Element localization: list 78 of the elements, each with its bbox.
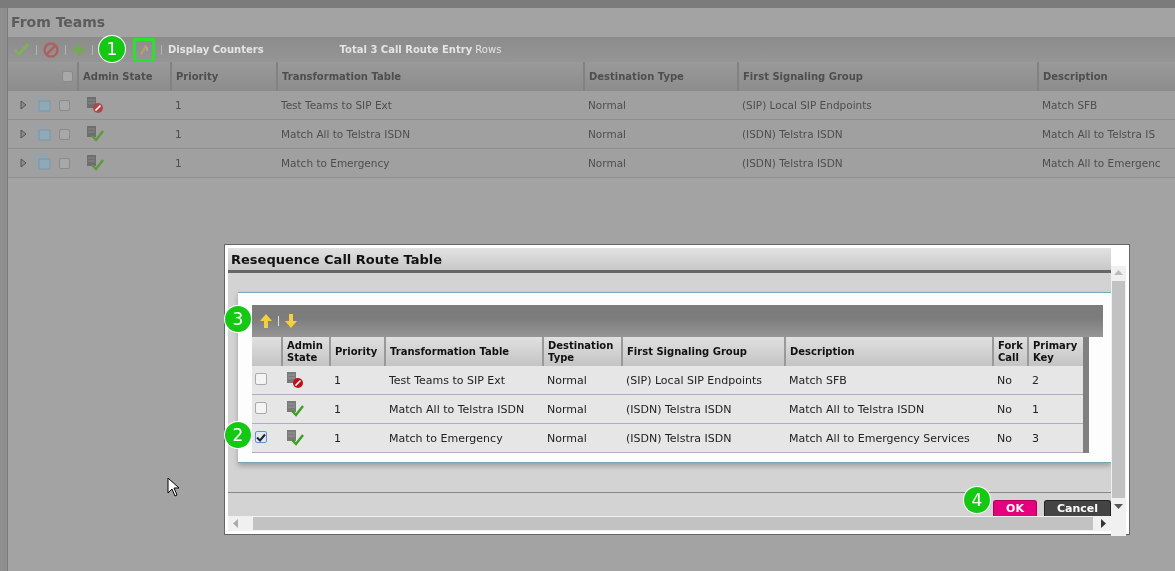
expand-icon[interactable] (20, 158, 27, 168)
expand-icon[interactable] (20, 100, 27, 110)
scroll-right-icon[interactable] (1101, 519, 1106, 528)
scroll-down-icon[interactable] (1114, 504, 1123, 509)
column-header[interactable]: Description (785, 337, 993, 366)
column-header[interactable]: Admin State (282, 337, 330, 366)
table-cell: Normal (584, 119, 738, 149)
copy-icon[interactable] (35, 98, 51, 112)
table-cell: Match All to Telstra ISDN (277, 119, 584, 149)
column-header[interactable]: Fork Call (993, 337, 1028, 366)
column-header[interactable]: Transformation Table (385, 337, 543, 366)
table-cell: (ISDN) Telstra ISDN (738, 148, 1038, 178)
check-icon[interactable] (14, 42, 30, 57)
table-cell: Match SFB (1038, 91, 1175, 120)
table-cell: Normal (543, 366, 622, 395)
scroll-up-icon[interactable] (1114, 270, 1123, 275)
table-cell: 1 (171, 148, 277, 178)
table-cell: (SIP) Local SIP Endpoints (622, 366, 785, 395)
table-cell: Normal (584, 148, 738, 178)
table-cell: Match All to Telstra ISDN (785, 394, 993, 424)
arrow-up-icon[interactable] (260, 314, 272, 328)
table-cell: Match All to Telstra ISDN (385, 394, 543, 424)
copy-icon[interactable] (35, 156, 51, 170)
copy-icon[interactable] (35, 127, 51, 141)
vertical-scrollbar[interactable] (1111, 266, 1126, 536)
checkbox[interactable] (59, 128, 70, 140)
table-cell: Match All to Telstra IS (1038, 119, 1175, 149)
pencil-icon (139, 42, 149, 57)
column-header[interactable]: Primary Key (1028, 337, 1086, 366)
mouse-pointer-icon (167, 477, 179, 497)
step-marker: 3 (225, 306, 251, 332)
table-cell: 3 (1028, 423, 1086, 453)
table-cell: Match to Emergency (385, 423, 543, 453)
table-cell: Match All to Emergency Services (785, 423, 993, 453)
table-cell: 1 (171, 91, 277, 120)
checkbox[interactable] (62, 71, 73, 82)
expand-icon[interactable] (20, 129, 27, 139)
table-cell: (ISDN) Telstra ISDN (738, 119, 1038, 149)
table-cell: No (993, 423, 1028, 453)
table-cell: Match to Emergency (277, 148, 584, 178)
table-cell: Match SFB (785, 366, 993, 395)
table-cell: Test Teams to SIP Ext (277, 91, 584, 120)
column-header[interactable]: First Signaling Group (622, 337, 785, 366)
checkbox[interactable] (255, 431, 267, 444)
block-icon[interactable] (43, 41, 59, 58)
table-cell: (ISDN) Telstra ISDN (622, 423, 785, 453)
column-header[interactable]: Destination Type (543, 337, 622, 366)
arrow-down-icon[interactable] (285, 314, 297, 328)
row-total: Total 3 Call Route Entry Rows (339, 44, 502, 55)
table-cell: 1 (330, 366, 385, 395)
table-cell: 1 (171, 119, 277, 149)
table-cell: 1 (1028, 394, 1086, 424)
checkbox[interactable] (255, 372, 267, 385)
cancel-button[interactable]: Cancel (1043, 500, 1111, 516)
plus-icon[interactable] (72, 42, 86, 57)
table-cell: Normal (543, 394, 622, 424)
table-cell: 1 (330, 394, 385, 424)
table-cell: Normal (584, 91, 738, 120)
step-marker: 1 (99, 36, 125, 62)
step-marker: 2 (225, 422, 251, 448)
checkbox[interactable] (255, 401, 267, 414)
table-cell: No (993, 394, 1028, 424)
table-cell: Test Teams to SIP Ext (385, 366, 543, 395)
table-cell: 2 (1028, 366, 1086, 395)
table-cell: No (993, 366, 1028, 395)
dialog-title: Resequence Call Route Table (228, 248, 1111, 273)
table-cell: (SIP) Local SIP Endpoints (738, 91, 1038, 120)
horizontal-scrollbar[interactable] (228, 516, 1112, 531)
step-marker: 4 (964, 487, 990, 513)
ok-button[interactable]: OK (993, 500, 1037, 516)
table-cell: Normal (543, 423, 622, 453)
checkbox[interactable] (59, 157, 70, 169)
table-cell: 1 (330, 423, 385, 453)
table-cell: Match All to Emergenc (1038, 148, 1175, 178)
scroll-left-icon[interactable] (233, 519, 238, 528)
checkbox[interactable] (59, 99, 70, 111)
table-cell: (ISDN) Telstra ISDN (622, 394, 785, 424)
column-header[interactable]: Priority (330, 337, 385, 366)
